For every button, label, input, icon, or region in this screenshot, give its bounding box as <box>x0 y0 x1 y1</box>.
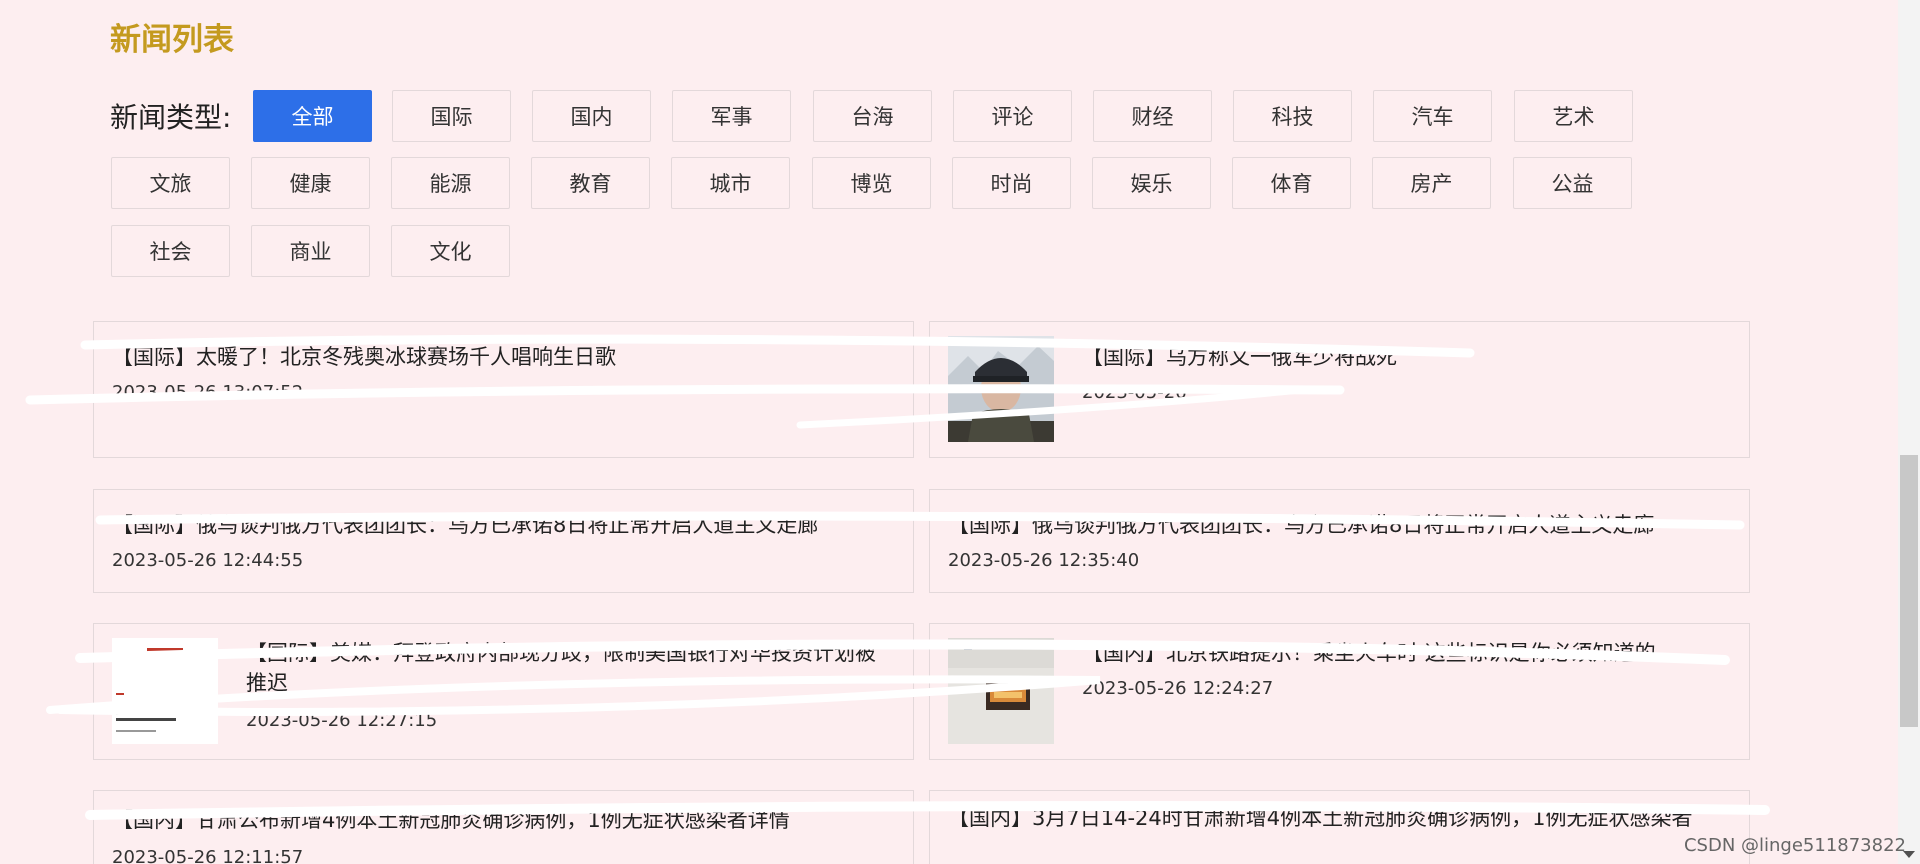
category-health-button[interactable]: 健康 <box>251 157 370 209</box>
category-entertainment-button[interactable]: 娱乐 <box>1092 157 1211 209</box>
news-type-label: 新闻类型: <box>110 101 232 134</box>
scrollbar-thumb[interactable] <box>1900 455 1918 727</box>
category-finance-button[interactable]: 财经 <box>1093 90 1212 142</box>
category-tech-button[interactable]: 科技 <box>1233 90 1352 142</box>
news-card[interactable]: 【国内】北京铁路提示！乘坐火车时 这些标识是你必须知道的 2023-05-26 … <box>929 623 1750 760</box>
news-title[interactable]: 【国际】乌方称又一俄军少将战死 <box>1082 342 1732 372</box>
category-society-button[interactable]: 社会 <box>111 225 230 277</box>
category-charity-button[interactable]: 公益 <box>1513 157 1632 209</box>
category-business-button[interactable]: 商业 <box>251 225 370 277</box>
news-time: 2023-05-26 12:24:27 <box>1082 678 1274 699</box>
vertical-scrollbar[interactable] <box>1898 0 1920 864</box>
category-domestic-button[interactable]: 国内 <box>532 90 651 142</box>
news-time: 2023-05-26 13:07:52 <box>112 382 304 403</box>
news-title[interactable]: 【国际】美媒：拜登政府内部现分歧，限制美国银行对华投资计划被推迟 <box>246 638 886 698</box>
category-culture-travel-button[interactable]: 文旅 <box>111 157 230 209</box>
news-title[interactable]: 【国内】甘肃公布新增4例本土新冠肺炎确诊病例，1例无症状感染者详情 <box>112 805 892 835</box>
news-title[interactable]: 【国际】太暖了！北京冬残奥冰球赛场千人唱响生日歌 <box>112 342 892 372</box>
news-card[interactable]: 【国际】美媒：拜登政府内部现分歧，限制美国银行对华投资计划被推迟 2023-05… <box>93 623 914 760</box>
category-education-button[interactable]: 教育 <box>531 157 650 209</box>
news-title[interactable]: 【国内】3月7日14-24时甘肃新增4例本土新冠肺炎确诊病例，1例无症状感染者 <box>948 803 1738 833</box>
category-sports-button[interactable]: 体育 <box>1232 157 1351 209</box>
news-time: 2023-05-26 12:27:15 <box>246 710 438 731</box>
article-screenshot-icon <box>112 638 218 744</box>
category-commentary-button[interactable]: 评论 <box>953 90 1072 142</box>
news-article-screenshot-thumbnail[interactable] <box>112 638 218 744</box>
category-realestate-button[interactable]: 房产 <box>1372 157 1491 209</box>
category-expo-button[interactable]: 博览 <box>812 157 931 209</box>
category-auto-button[interactable]: 汽车 <box>1373 90 1492 142</box>
news-time: 2023-05-26 12:35:40 <box>948 550 1140 571</box>
page-title: 新闻列表 <box>110 22 234 58</box>
news-card[interactable]: 【国际】太暖了！北京冬残奥冰球赛场千人唱响生日歌 2023-05-26 13:0… <box>93 321 914 458</box>
train-sign-photo-thumbnail[interactable] <box>948 638 1054 744</box>
category-culture-button[interactable]: 文化 <box>391 225 510 277</box>
category-energy-button[interactable]: 能源 <box>391 157 510 209</box>
train-sign-photo-icon <box>948 638 1054 744</box>
category-military-button[interactable]: 军事 <box>672 90 791 142</box>
news-card[interactable]: 【国际】俄乌谈判俄方代表团团长：乌方已承诺8日将正常开启人道主义走廊 2023-… <box>93 489 914 593</box>
news-card[interactable]: 【国际】乌方称又一俄军少将战死 2023-05-26 ··:·:32 <box>929 321 1750 458</box>
category-art-button[interactable]: 艺术 <box>1514 90 1633 142</box>
category-all-button[interactable]: 全部 <box>253 90 372 142</box>
news-time: 2023-05-26 12:44:55 <box>112 550 304 571</box>
news-card[interactable]: 【国内】3月7日14-24时甘肃新增4例本土新冠肺炎确诊病例，1例无症状感染者 <box>929 790 1750 864</box>
category-fashion-button[interactable]: 时尚 <box>952 157 1071 209</box>
soldier-photo-thumbnail[interactable] <box>948 336 1054 442</box>
category-international-button[interactable]: 国际 <box>392 90 511 142</box>
watermark: CSDN @linge511873822 <box>1683 835 1906 856</box>
news-card[interactable]: 【国内】甘肃公布新增4例本土新冠肺炎确诊病例，1例无症状感染者详情 2023-0… <box>93 790 914 864</box>
category-city-button[interactable]: 城市 <box>671 157 790 209</box>
news-title[interactable]: 【国内】北京铁路提示！乘坐火车时 这些标识是你必须知道的 <box>1082 638 1732 668</box>
news-time: 2023-05-26 12:11:57 <box>112 847 304 864</box>
soldier-photo-icon <box>948 336 1054 442</box>
news-time: 2023-05-26 ··:·:32 <box>1082 382 1245 403</box>
news-title[interactable]: 【国际】俄乌谈判俄方代表团团长：乌方已承诺8日将正常开启人道主义走廊 <box>112 510 892 540</box>
news-title[interactable]: 【国际】俄乌谈判俄方代表团团长：乌方已承诺8日将正常开启人道主义走廊 <box>948 510 1738 540</box>
category-taihai-button[interactable]: 台海 <box>813 90 932 142</box>
news-card[interactable]: 【国际】俄乌谈判俄方代表团团长：乌方已承诺8日将正常开启人道主义走廊 2023-… <box>929 489 1750 593</box>
